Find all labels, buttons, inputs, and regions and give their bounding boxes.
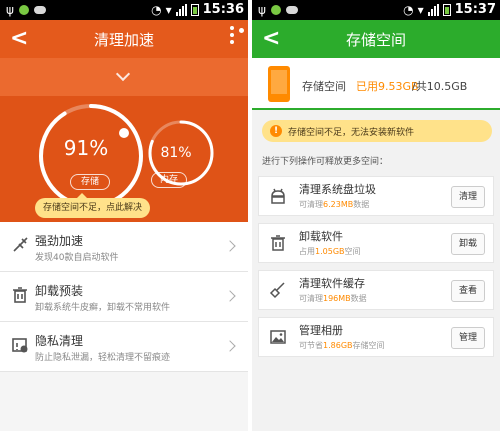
chevron-right-icon (224, 290, 236, 302)
status-time: 15:36 (202, 2, 244, 17)
list-item-uninstall-apps: 卸载软件 占用1.05GB空间 卸载 (258, 223, 494, 263)
wifi-icon: ▾ (417, 3, 424, 17)
phone-icon (268, 66, 290, 102)
storage-total: /共10.5GB (412, 80, 468, 93)
expand-strip[interactable] (0, 58, 248, 96)
list-item-boost[interactable]: 强劲加速 发现40款自启动软件 (0, 222, 248, 272)
app-icon (285, 6, 298, 14)
memory-percent: 81% (160, 145, 192, 161)
status-bar: ψ ◔ ▾ 15:36 (0, 0, 248, 20)
list-item-title: 清理软件缓存 (299, 277, 365, 290)
trash-icon (13, 287, 27, 303)
battery-icon (190, 4, 199, 16)
list-item-subtitle: 占用1.05GB空间 (299, 247, 361, 256)
uninstall-button[interactable]: 卸载 (451, 233, 485, 255)
storage-label: 存储 (70, 174, 110, 190)
list-item-title: 管理相册 (299, 324, 343, 337)
wifi-icon: ▾ (165, 3, 172, 17)
usb-icon: ψ (6, 3, 14, 17)
list-item-clean-cache: 清理软件缓存 可清理196MB数据 查看 (258, 270, 494, 310)
list-item-privacy-clean[interactable]: 隐私清理 防止隐私泄漏，轻松清理不留痕迹 (0, 322, 248, 372)
rocket-icon (13, 237, 28, 252)
alarm-icon: ◔ (403, 3, 414, 17)
storage-used: 已用9.53GB (356, 80, 419, 93)
android-icon (271, 188, 285, 204)
list-item-title: 隐私清理 (35, 334, 84, 348)
list-item-clean-system: 清理系统盘垃圾 可清理6.23MB数据 清理 (258, 176, 494, 216)
memory-label: 内存 (151, 172, 187, 188)
more-menu-icon[interactable] (230, 26, 234, 46)
clean-button[interactable]: 清理 (451, 186, 485, 208)
chevron-right-icon (224, 340, 236, 352)
broom-icon (269, 282, 285, 299)
list-item-uninstall-preinstalled[interactable]: 卸载预装 卸载系统牛皮癣，卸载不常用软件 (0, 272, 248, 322)
warning-icon: ! (270, 125, 282, 137)
storage-summary: 存储空间 已用9.53GB /共10.5GB (252, 58, 500, 110)
storage-label: 存储空间 (302, 80, 346, 93)
list-item-title: 卸载预装 (35, 284, 84, 298)
hint-text: 进行下列操作可释放更多空间： (262, 157, 389, 167)
page-title: 清理加速 (93, 31, 154, 49)
storage-warning: ! 存储空间不足，无法安装新软件 (262, 120, 492, 142)
notification-dot (239, 28, 244, 33)
chevron-right-icon (224, 240, 236, 252)
list-item-subtitle: 发现40款自启动软件 (35, 253, 119, 263)
cleanup-header: < 清理加速 (0, 20, 248, 58)
app-icon (270, 5, 281, 15)
list-item-title: 卸载软件 (299, 230, 343, 243)
page-title: 存储空间 (345, 31, 406, 49)
list-item-subtitle: 可清理196MB数据 (299, 294, 367, 303)
alarm-icon: ◔ (151, 3, 162, 17)
storage-warning-tip[interactable]: 存储空间不足，点此解决 (35, 193, 151, 218)
list-item-subtitle: 卸载系统牛皮癣，卸载不常用软件 (35, 303, 171, 313)
view-button[interactable]: 查看 (451, 280, 485, 302)
status-time: 15:37 (454, 2, 496, 17)
list-item-manage-album: 管理相册 可节省1.86GB存储空间 管理 (258, 317, 494, 357)
list-item-title: 强劲加速 (35, 234, 84, 248)
storage-percent: 91% (63, 136, 109, 160)
battery-icon (442, 4, 451, 16)
warning-text: 存储空间不足，无法安装新软件 (288, 128, 415, 138)
app-icon (33, 6, 46, 14)
usb-icon: ψ (258, 3, 266, 17)
list-item-subtitle: 可节省1.86GB存储空间 (299, 341, 385, 350)
list-item-title: 清理系统盘垃圾 (299, 183, 376, 196)
list-item-subtitle: 可清理6.23MB数据 (299, 200, 370, 209)
signal-icon (427, 4, 439, 16)
manage-button[interactable]: 管理 (451, 327, 485, 349)
signal-icon (175, 4, 187, 16)
list-item-subtitle: 防止隐私泄漏，轻松清理不留痕迹 (35, 353, 171, 363)
cleanup-screen: ψ ◔ ▾ 15:36 < 清理加速 91% 存储 81% 内存 存储空间不足，… (0, 0, 248, 431)
status-bar: ψ ◔ ▾ 15:37 (252, 0, 500, 20)
trash-icon (271, 235, 285, 251)
app-icon (18, 5, 29, 15)
photo-icon (270, 330, 286, 344)
chevron-down-icon (115, 66, 131, 82)
privacy-icon (12, 338, 28, 353)
storage-header: < 存储空间 (252, 20, 500, 58)
storage-screen: ψ ◔ ▾ 15:37 < 存储空间 存储空间 已用9.53GB /共10.5G… (252, 0, 500, 431)
